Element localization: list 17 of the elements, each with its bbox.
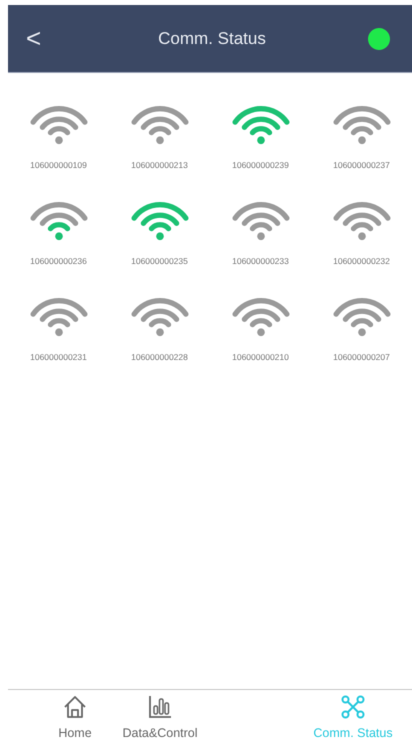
home-icon — [62, 694, 88, 720]
device-id: 106000000233 — [232, 256, 289, 266]
network-icon — [340, 694, 366, 720]
page-title: Comm. Status — [157, 28, 267, 48]
device-id: 106000000228 — [131, 352, 188, 362]
device-id: 106000000231 — [30, 352, 87, 362]
device-id: 106000000235 — [131, 256, 188, 266]
device-id: 106000000207 — [333, 352, 390, 362]
device-id: 106000000232 — [333, 256, 390, 266]
bar-chart-icon — [147, 694, 173, 720]
device-id: 106000000109 — [30, 160, 87, 170]
device-id: 106000000236 — [30, 256, 87, 266]
back-button[interactable]: < — [26, 23, 56, 54]
device-id: 106000000210 — [232, 352, 289, 362]
device-id: 106000000237 — [333, 160, 390, 170]
device-id: 106000000213 — [131, 160, 188, 170]
device-id: 106000000239 — [232, 160, 289, 170]
